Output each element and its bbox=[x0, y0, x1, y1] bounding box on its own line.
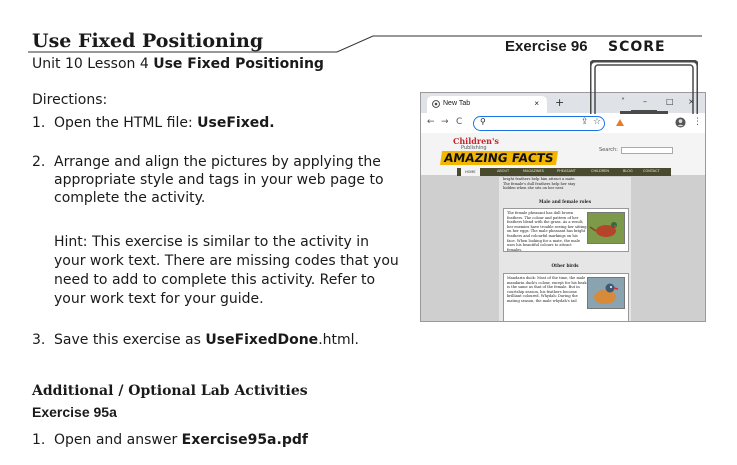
additional-step-1: 1. Open and answer Exercise95a.pdf bbox=[32, 431, 402, 451]
score-label: SCORE bbox=[608, 39, 666, 55]
browser-screenshot: New Tab × + ˅ – □ × ← → C ⚲ ⇪ ☆ ⋮ Childr… bbox=[420, 92, 706, 322]
pheasant-image bbox=[587, 212, 625, 244]
step-number: 1. bbox=[32, 432, 46, 448]
tab-label: New Tab bbox=[443, 100, 471, 107]
directions-heading: Directions: bbox=[32, 92, 108, 108]
step-text: Open and answer Exercise95a.pdf bbox=[54, 431, 404, 449]
site-search-label: Search: bbox=[599, 147, 618, 153]
section-heading-birds: Other birds bbox=[551, 263, 579, 268]
step-text: Arrange and align the pictures by applyi… bbox=[54, 154, 384, 206]
step-filename: UseFixed. bbox=[197, 115, 275, 131]
step-filename: Exercise95a.pdf bbox=[181, 432, 308, 448]
new-tab-icon[interactable]: + bbox=[555, 96, 564, 109]
step-text-plain: Open the HTML file: bbox=[54, 115, 198, 131]
nav-item-about[interactable]: ABOUT bbox=[497, 169, 509, 173]
exercise-95a-label: Exercise 95a bbox=[32, 404, 117, 420]
address-bar: ← → C ⚲ ⇪ ☆ ⋮ bbox=[421, 113, 705, 133]
article-content: bright feathers help him attract a mate.… bbox=[499, 177, 631, 321]
nav-item-children[interactable]: CHILDREN bbox=[591, 169, 609, 173]
extension-icon[interactable] bbox=[615, 118, 625, 127]
site-search-input[interactable] bbox=[621, 147, 673, 154]
step-number: 1. bbox=[32, 115, 46, 131]
lesson-topic: Use Fixed Positioning bbox=[153, 56, 324, 72]
hint-text: Hint: This exercise is similar to the ac… bbox=[54, 234, 399, 307]
step-3: 3. Save this exercise as UseFixedDone.ht… bbox=[32, 331, 402, 351]
monitor-icon bbox=[590, 60, 698, 114]
step-filename: UseFixedDone bbox=[205, 332, 319, 348]
nav-item-blog[interactable]: BLOG bbox=[623, 169, 633, 173]
section-heading-roles: Male and female roles bbox=[538, 199, 592, 204]
site-nav-bar: HOME ABOUT MAGAZINES PHEASANT CHILDREN B… bbox=[457, 168, 671, 176]
tab-close-icon[interactable]: × bbox=[534, 99, 539, 108]
step-2: 2. Arrange and align the pictures by app… bbox=[32, 153, 402, 213]
profile-avatar-icon[interactable] bbox=[675, 117, 686, 128]
article-box-text: The female pheasant has dull brown feath… bbox=[507, 211, 587, 252]
nav-item-magazines[interactable]: MAGAZINES bbox=[523, 169, 544, 173]
mandarin-duck-image bbox=[587, 277, 625, 309]
step-extension: .html. bbox=[318, 332, 359, 348]
step-text: Open the HTML file: UseFixed. bbox=[54, 114, 404, 132]
exercise-number: Exercise 96 bbox=[505, 38, 588, 55]
browser-tab[interactable]: New Tab × bbox=[427, 96, 547, 113]
menu-kebab-icon[interactable]: ⋮ bbox=[693, 117, 702, 127]
share-icon[interactable]: ⇪ bbox=[581, 117, 589, 127]
nav-item-home[interactable]: HOME bbox=[461, 168, 480, 176]
step-number: 3. bbox=[32, 332, 46, 348]
step-text: Save this exercise as UseFixedDone.html. bbox=[54, 331, 404, 349]
site-logo[interactable]: AMAZING FACTS bbox=[440, 151, 558, 165]
step-text-plain: Open and answer bbox=[54, 432, 182, 448]
step-number: 2. bbox=[32, 154, 46, 170]
additional-heading: Additional / Optional Lab Activities bbox=[32, 383, 308, 399]
bookmark-star-icon[interactable]: ☆ bbox=[593, 117, 601, 127]
chrome-icon bbox=[432, 100, 440, 108]
article-box-duck: Mandarin duck: Most of the time, the mal… bbox=[503, 273, 629, 321]
lesson-subtitle: Unit 10 Lesson 4 Use Fixed Positioning bbox=[32, 56, 324, 72]
article-box-text: Mandarin duck: Most of the time, the mal… bbox=[507, 276, 587, 303]
article-snippet: bright feathers help him attract a mate.… bbox=[503, 177, 576, 191]
article-box-pheasant: The female pheasant has dull brown feath… bbox=[503, 208, 629, 252]
back-icon[interactable]: ← bbox=[427, 117, 435, 127]
step-1: 1. Open the HTML file: UseFixed. bbox=[32, 114, 402, 134]
webpage-viewport: Children's Publishing AMAZING FACTS Sear… bbox=[421, 133, 705, 321]
nav-item-pheasant[interactable]: PHEASANT bbox=[557, 169, 576, 173]
lesson-unit: Unit 10 Lesson 4 bbox=[32, 56, 149, 72]
reload-icon[interactable]: C bbox=[456, 117, 462, 127]
nav-item-contact[interactable]: CONTACT bbox=[643, 169, 660, 173]
forward-icon[interactable]: → bbox=[441, 117, 449, 127]
search-icon: ⚲ bbox=[480, 117, 486, 126]
step-text-plain: Save this exercise as bbox=[54, 332, 206, 348]
page-title: Use Fixed Positioning bbox=[32, 30, 264, 52]
